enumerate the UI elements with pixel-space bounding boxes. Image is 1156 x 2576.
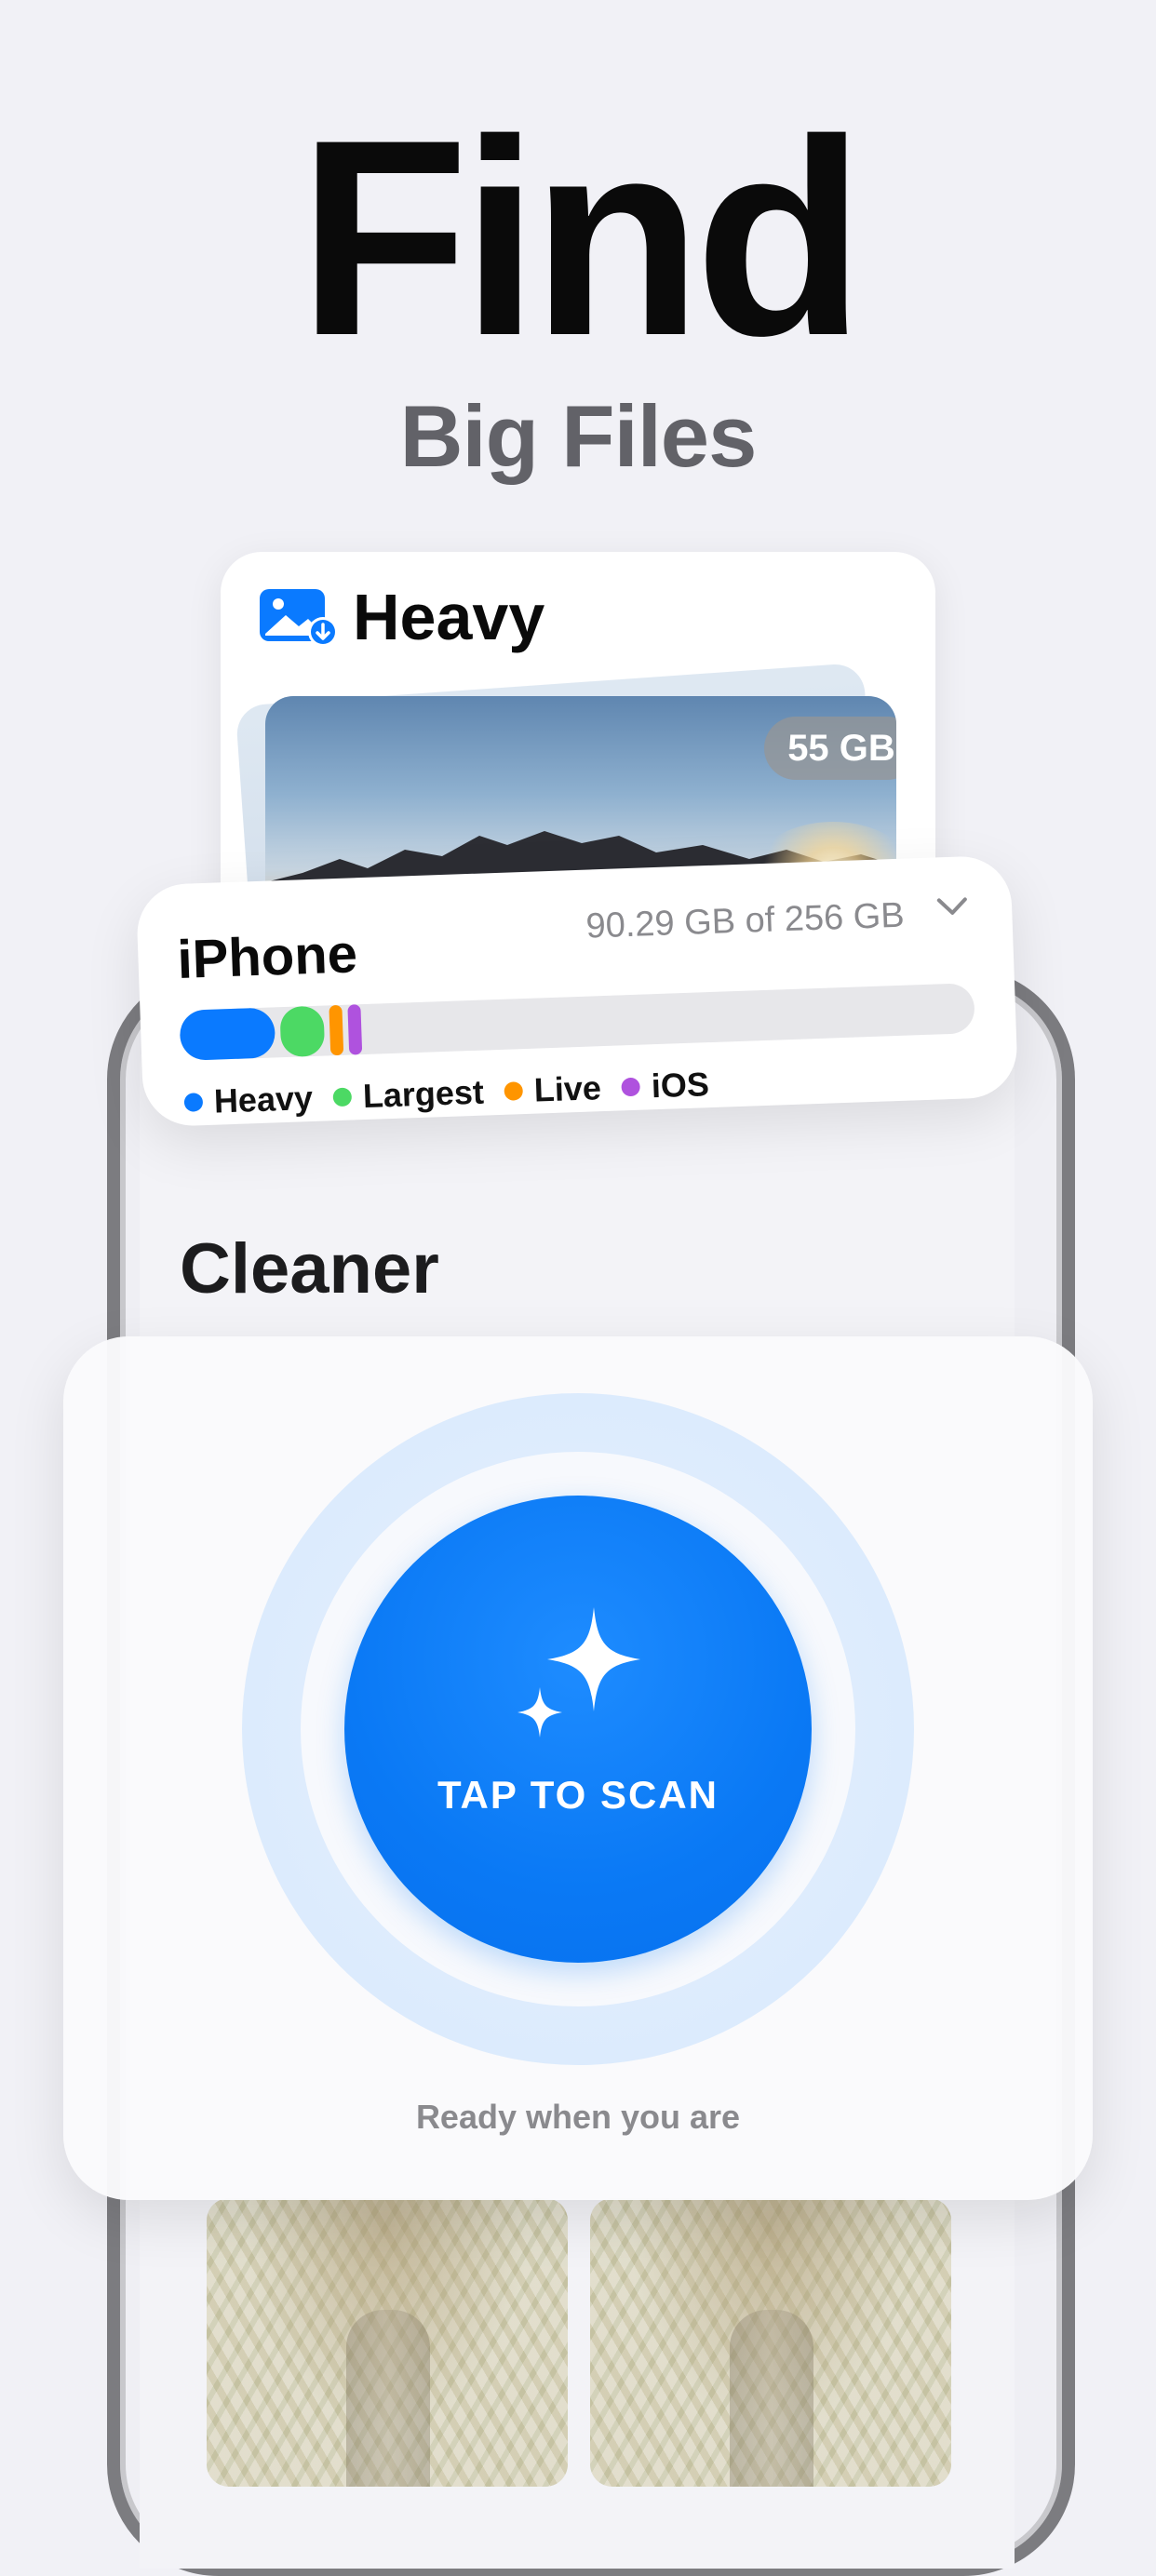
legend-item: Heavy <box>183 1078 314 1122</box>
storage-segment-live <box>329 1004 344 1056</box>
section-title: Cleaner <box>180 1229 439 1308</box>
storage-segment-heavy <box>179 1007 276 1061</box>
legend-dot <box>504 1081 524 1101</box>
storage-card[interactable]: iPhone 90.29 GB of 256 GB Heavy Largest Li… <box>135 854 1019 1128</box>
thumbnail-image <box>346 2310 430 2487</box>
legend-dot <box>621 1077 641 1097</box>
device-name: iPhone <box>176 923 358 990</box>
legend-dot <box>183 1093 204 1112</box>
hero-title: Find <box>298 81 865 394</box>
storage-segment-largest <box>279 1005 326 1058</box>
legend-item: Live <box>504 1068 602 1111</box>
heavy-label: Heavy <box>353 581 545 653</box>
storage-segment-ios <box>347 1004 363 1055</box>
legend-label: Heavy <box>213 1078 314 1120</box>
legend-label: Largest <box>362 1072 485 1116</box>
scan-caption: Ready when you are <box>415 2098 741 2136</box>
legend-item: Largest <box>332 1072 485 1118</box>
photo-download-icon <box>260 589 338 647</box>
scan-card: TAP TO SCAN Ready when you are <box>63 1336 1093 2200</box>
storage-bar <box>179 983 975 1061</box>
chevron-down-icon[interactable] <box>934 892 972 920</box>
scan-button-label: TAP TO SCAN <box>437 1773 719 1817</box>
hero-subtitle: Big Files <box>399 387 758 485</box>
legend-dot <box>332 1087 353 1107</box>
tap-to-scan-button[interactable]: TAP TO SCAN <box>344 1496 812 1963</box>
sparkles-icon <box>518 1607 640 1737</box>
legend-label: iOS <box>651 1065 710 1106</box>
legend-item: iOS <box>621 1065 709 1107</box>
photo-thumbnail[interactable] <box>590 2198 951 2487</box>
size-badge: 55 GB <box>764 717 896 780</box>
thumbnail-image <box>730 2310 813 2487</box>
storage-usage: 90.29 GB of 256 GB <box>585 895 906 946</box>
photo-thumbnail[interactable] <box>207 2198 568 2487</box>
legend-label: Live <box>533 1068 602 1109</box>
